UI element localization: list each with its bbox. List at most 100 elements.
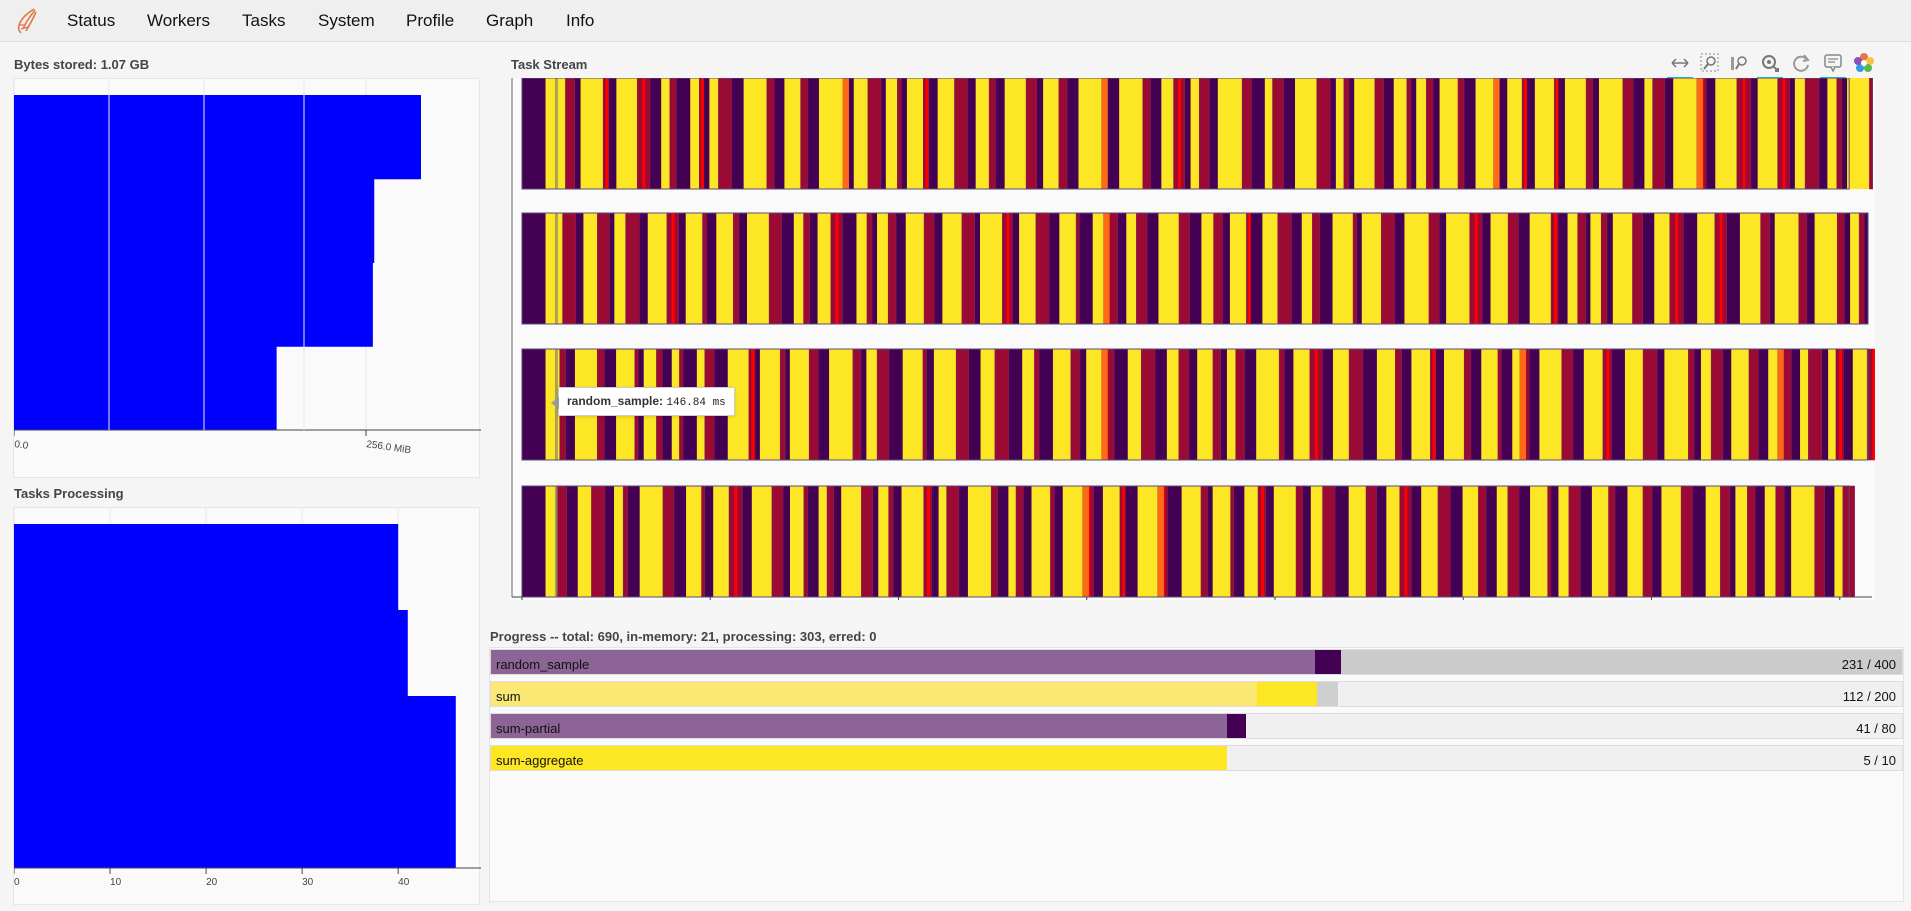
- stream-task-rect: [1022, 349, 1035, 460]
- stream-task-rect: [1161, 78, 1174, 189]
- stream-task-rect: [1035, 212, 1050, 325]
- stream-task-rect: [1082, 486, 1089, 597]
- stream-task-rect: [1197, 349, 1213, 460]
- reset-view-icon[interactable]: [1757, 52, 1783, 79]
- nav-info[interactable]: Info: [566, 11, 594, 31]
- hover-icon[interactable]: [1820, 52, 1846, 79]
- stream-task-rect: [1178, 212, 1190, 325]
- stream-task-rect: [1558, 486, 1569, 597]
- task-tooltip: random_sample: 146.84 ms: [551, 387, 735, 416]
- stream-task-rect: [1798, 212, 1808, 325]
- stream-task-rect: [1395, 348, 1402, 461]
- stream-task-rect: [1034, 348, 1040, 461]
- stream-task-rect: [1381, 212, 1395, 325]
- stream-task-rect: [701, 485, 706, 598]
- task-stream-plot[interactable]: 1/012s4s6s8s10s12s14s: [510, 77, 1881, 616]
- stream-task-rect: [1869, 77, 1873, 190]
- stream-task-rect: [642, 78, 646, 189]
- wheel-zoom-icon[interactable]: [1729, 52, 1751, 74]
- stream-task-rect: [1608, 485, 1616, 598]
- stream-task-rect: [562, 212, 577, 325]
- stream-task-rect: [1838, 349, 1842, 460]
- bokeh-logo-icon[interactable]: [1853, 52, 1875, 74]
- progress-row[interactable]: random_sample 231 / 400: [490, 649, 1903, 675]
- stream-task-rect: [784, 78, 801, 189]
- bytes-stored-plot[interactable]: 0.0 256.0 MiB: [13, 78, 481, 478]
- stream-task-rect: [1731, 349, 1749, 460]
- stream-task-rect: [885, 78, 898, 189]
- stream-task-rect: [1314, 349, 1318, 460]
- nav-tasks[interactable]: Tasks: [242, 11, 285, 31]
- stream-task-rect: [1365, 485, 1377, 598]
- stream-task-rect: [808, 348, 819, 461]
- stream-task-rect: [789, 349, 810, 460]
- stream-task-rect: [1507, 78, 1523, 189]
- nav-workers[interactable]: Workers: [147, 11, 210, 31]
- stream-task-rect: [1794, 78, 1806, 189]
- progress-done-bar: [491, 714, 1228, 738]
- stream-task-rect: [1739, 213, 1761, 324]
- stream-task-rect: [888, 485, 894, 598]
- nav-status[interactable]: Status: [67, 11, 115, 31]
- stream-task-rect: [639, 486, 663, 597]
- stream-task-rect: [1301, 213, 1313, 324]
- stream-task-rect: [1539, 349, 1562, 460]
- tasks-processing-chart: 0 10 20 30 40: [13, 508, 481, 888]
- stream-task-rect: [1585, 77, 1593, 190]
- bytes-stored-chart: 0.0 256.0 MiB: [13, 79, 481, 456]
- stream-task-rect: [614, 486, 624, 597]
- tasks-processing-tick-label: 10: [110, 877, 122, 888]
- stream-task-rect: [1393, 78, 1407, 189]
- stream-task-rect: [1343, 77, 1350, 190]
- stream-task-rect: [661, 78, 670, 189]
- stream-task-rect: [975, 78, 990, 189]
- stream-task-rect: [1583, 349, 1603, 460]
- tasks-processing-tick-label: 40: [398, 877, 410, 888]
- bytes-stored-tick-label: 256.0 MiB: [366, 439, 412, 456]
- bytes-stored-bar: [14, 178, 375, 263]
- stream-task-rect: [1137, 486, 1158, 597]
- stream-task-rect: [1567, 213, 1578, 324]
- progress-row[interactable]: sum-partial 41 / 80: [490, 713, 1903, 739]
- stream-task-rect: [1432, 349, 1436, 460]
- stream-task-rect: [1092, 213, 1104, 324]
- stream-task-rect: [1295, 78, 1317, 189]
- progress-count: 5 / 10: [1863, 753, 1896, 768]
- tasks-processing-plot[interactable]: 0 10 20 30 40: [13, 507, 481, 905]
- nav-profile[interactable]: Profile: [406, 11, 454, 31]
- stream-task-rect: [1136, 212, 1148, 325]
- stream-task-rect: [605, 78, 609, 189]
- nav-system[interactable]: System: [318, 11, 375, 31]
- stream-task-rect: [1295, 485, 1303, 598]
- stream-task-rect: [829, 349, 853, 460]
- bytes-stored-bar: [14, 262, 373, 347]
- stream-task-rect: [818, 78, 843, 189]
- progress-done-bar: [491, 682, 1257, 706]
- stream-task-rect: [1834, 486, 1843, 597]
- stream-task-rect: [1654, 213, 1670, 324]
- stream-task-rect: [1437, 485, 1451, 598]
- stream-task-rect: [751, 349, 755, 460]
- progress-row[interactable]: sum 112 / 200: [490, 681, 1903, 707]
- stream-task-rect: [597, 212, 610, 325]
- stream-task-rect: [1804, 77, 1820, 190]
- stream-task-rect: [1273, 486, 1297, 597]
- stream-task-rect: [800, 77, 809, 190]
- stream-task-rect: [878, 486, 889, 597]
- pan-icon[interactable]: [1667, 52, 1693, 79]
- stream-task-rect: [1850, 213, 1860, 324]
- stream-task-rect: [746, 213, 770, 324]
- tasks-processing-tick-label: 0: [14, 877, 20, 888]
- stream-task-rect: [1122, 486, 1126, 597]
- stream-task-rect: [625, 212, 640, 325]
- progress-row[interactable]: sum-aggregate 5 / 10: [490, 745, 1903, 771]
- nav-graph[interactable]: Graph: [486, 11, 533, 31]
- stream-task-rect: [1600, 212, 1608, 325]
- stream-task-rect: [1404, 486, 1408, 597]
- stream-task-rect: [842, 78, 849, 189]
- stream-task-rect: [1142, 77, 1151, 190]
- stream-task-rect: [937, 78, 955, 189]
- box-zoom-icon[interactable]: [1699, 52, 1721, 74]
- dask-logo-icon[interactable]: [14, 7, 40, 35]
- refresh-icon[interactable]: [1790, 52, 1812, 74]
